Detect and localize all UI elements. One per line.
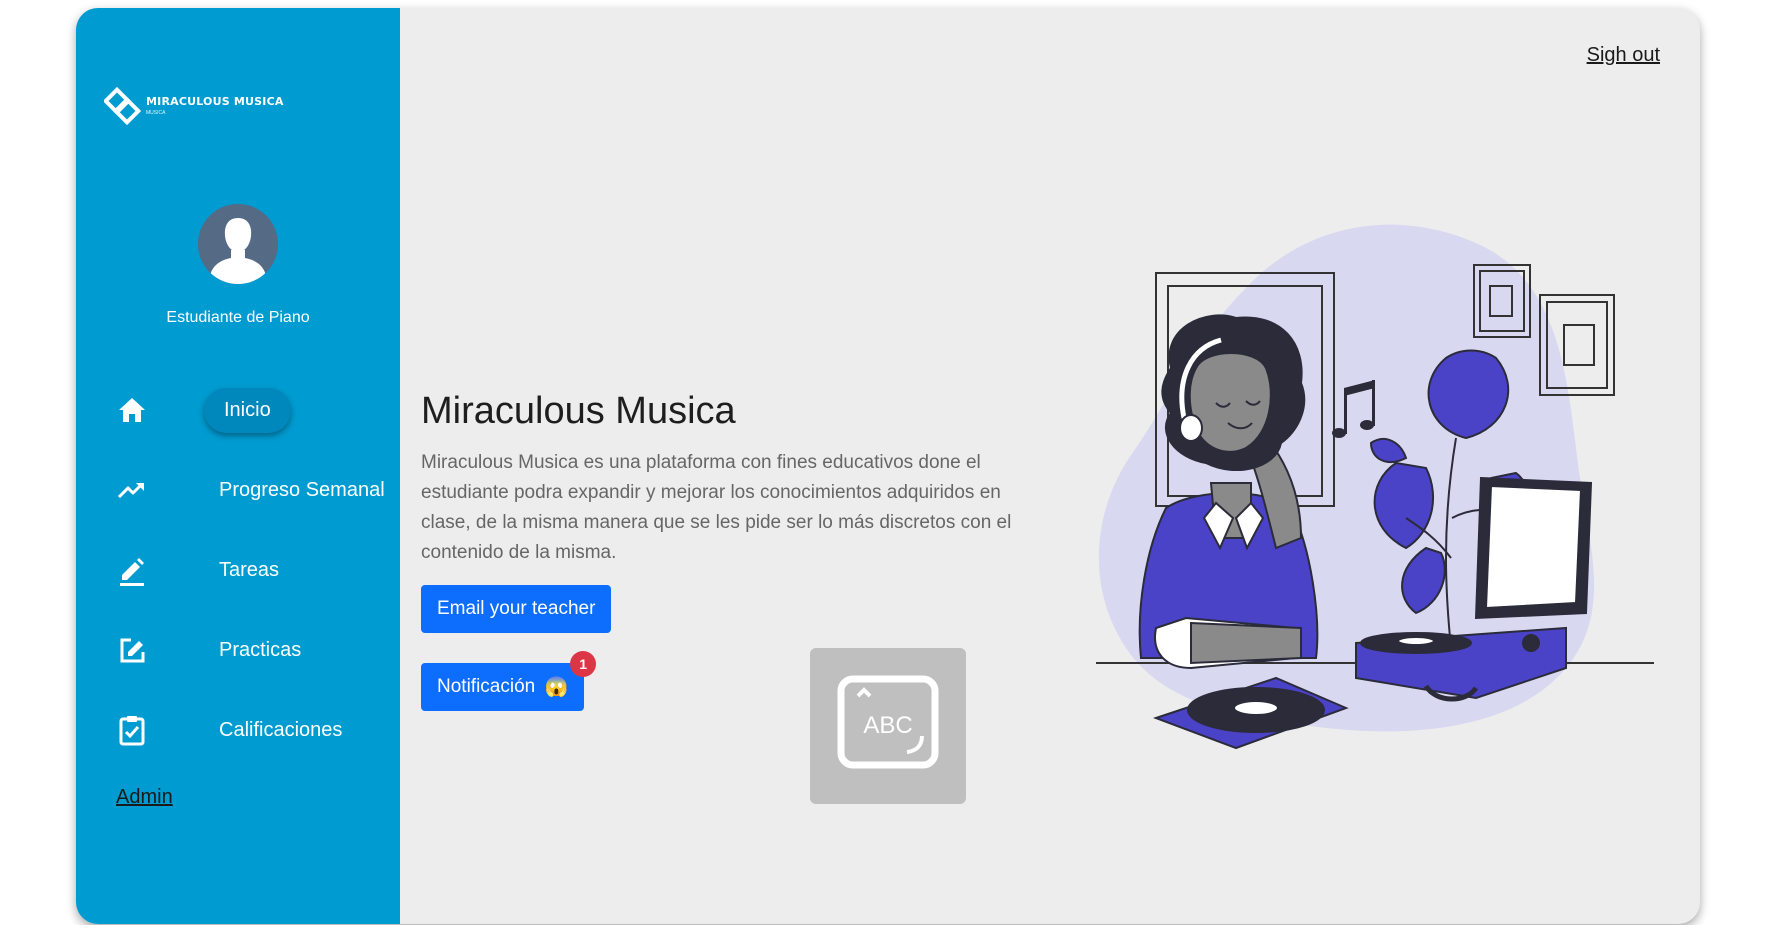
- admin-link[interactable]: Admin: [116, 786, 173, 809]
- sidebar-item-label: Practicas: [219, 638, 302, 661]
- sidebar-item-label: Progreso Semanal: [219, 478, 385, 501]
- sidebar: MIRACULOUS MUSICA MUSICA Estudiante de P…: [76, 8, 400, 924]
- sidebar-item-calificaciones[interactable]: Calificaciones: [116, 706, 342, 754]
- sidebar-item-label: Calificaciones: [219, 718, 343, 741]
- notification-count-badge: 1: [570, 651, 597, 677]
- sidebar-item-tareas[interactable]: Tareas: [116, 546, 279, 594]
- sign-out-link[interactable]: Sigh out: [1587, 44, 1660, 67]
- email-teacher-button[interactable]: Email your teacher: [421, 585, 612, 633]
- edit-square-icon: [116, 634, 148, 666]
- sidebar-item-label: Inicio: [204, 387, 291, 433]
- shocked-face-icon: 😱: [544, 677, 569, 698]
- avatar: [198, 204, 278, 284]
- brand-logo[interactable]: MIRACULOUS MUSICA MUSICA: [104, 86, 284, 126]
- brand-subtitle: MUSICA: [146, 110, 166, 116]
- sidebar-item-practicas[interactable]: Practicas: [116, 626, 301, 674]
- brand-title: MIRACULOUS MUSICA: [146, 95, 284, 108]
- edit-icon: [116, 554, 148, 586]
- sidebar-item-inicio[interactable]: Inicio: [116, 386, 291, 434]
- notification-button[interactable]: Notificación 😱 1: [421, 651, 597, 711]
- keyboard-abc-icon: ABC: [837, 675, 939, 769]
- assignment-check-icon: [116, 714, 148, 746]
- user-silhouette-icon: [198, 204, 278, 284]
- notification-label: Notificación: [437, 676, 536, 698]
- user-name: Estudiante de Piano: [166, 309, 310, 326]
- sidebar-item-label: Tareas: [219, 558, 280, 581]
- music-listening-illustration: [1096, 218, 1656, 763]
- home-icon: [116, 394, 148, 426]
- logo-mark-icon: [104, 86, 142, 126]
- keyboard-widget-text: ABC: [863, 712, 912, 739]
- page-description: Miraculous Musica es una plataforma con …: [421, 452, 1012, 563]
- page-title: Miraculous Musica: [421, 390, 736, 432]
- sidebar-item-progreso-semanal[interactable]: Progreso Semanal: [116, 466, 385, 514]
- trending-up-icon: [116, 474, 148, 506]
- keyboard-input-widget[interactable]: ABC: [810, 648, 966, 804]
- app-window: MIRACULOUS MUSICA MUSICA Estudiante de P…: [76, 8, 1700, 924]
